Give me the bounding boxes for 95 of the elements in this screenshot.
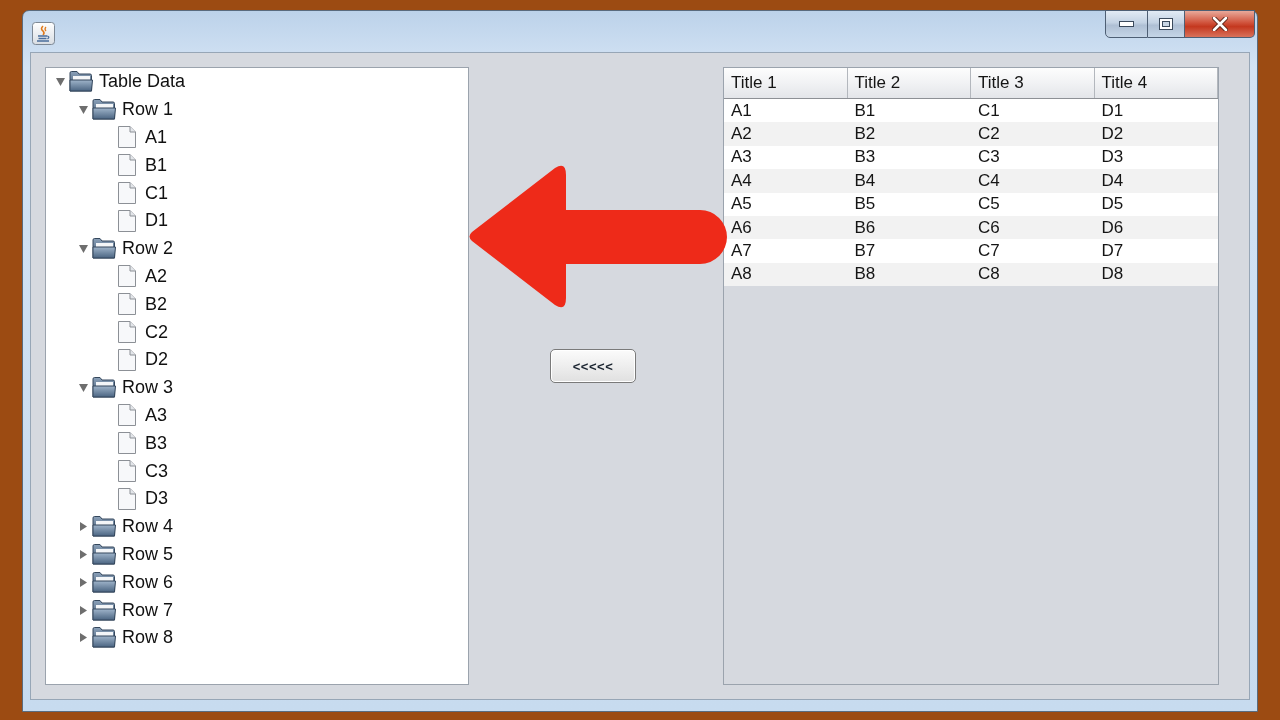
tree-node-label[interactable]: D3: [145, 488, 168, 510]
tree-node-label[interactable]: A1: [145, 127, 168, 148]
table-cell-text: B5: [853, 193, 877, 216]
table-cell-text: A2: [730, 123, 753, 146]
folder-icon: [92, 377, 116, 399]
folder-icon: [92, 571, 116, 593]
triangle-down-icon[interactable]: [78, 105, 88, 114]
tree-node-label[interactable]: D1: [145, 210, 168, 232]
table-cell-text: C4: [977, 169, 1001, 192]
table-cell-text: D6: [1100, 216, 1125, 239]
tree-node-label[interactable]: B1: [145, 154, 168, 176]
document-icon: [118, 348, 136, 371]
document-icon: [118, 460, 136, 483]
folder-icon: [92, 627, 116, 649]
table-cell-text: D8: [1100, 263, 1125, 286]
folder-icon: [69, 71, 93, 93]
table-cell-text: A6: [730, 216, 753, 239]
document-icon: [118, 293, 136, 316]
tree-node-label[interactable]: Row 6: [122, 571, 174, 593]
document-icon: [118, 209, 136, 232]
table-cell-text: D4: [1100, 169, 1125, 192]
table-cell-text: B2: [853, 123, 877, 146]
tree-node-label[interactable]: C2: [145, 321, 168, 343]
table-cell-text: A4: [730, 169, 753, 192]
folder-icon: [92, 516, 116, 538]
close-icon: [1211, 17, 1228, 31]
document-icon: [118, 182, 136, 205]
folder-icon: [92, 238, 116, 260]
document-icon: [118, 321, 136, 344]
tree-node-label[interactable]: B2: [145, 293, 168, 315]
column-header[interactable]: Title 1: [724, 68, 848, 98]
tree-node-label[interactable]: Row 8: [122, 627, 174, 649]
minimize-button[interactable]: [1105, 10, 1148, 38]
table-cell-text: D7: [1100, 240, 1125, 263]
table-cell-text: C5: [977, 193, 1001, 216]
table-cell-text: D5: [1100, 193, 1125, 216]
maximize-icon: [1159, 18, 1173, 30]
folder-icon: [92, 599, 116, 621]
tree-node-label[interactable]: Row 4: [122, 516, 174, 538]
table-cell-text: A5: [730, 193, 753, 216]
table-cell-text: C3: [977, 146, 1001, 169]
document-icon: [118, 432, 136, 455]
tree-node-label[interactable]: Table Data: [99, 71, 186, 93]
document-icon: [118, 154, 136, 177]
triangle-right-icon[interactable]: [79, 549, 87, 559]
tree-node-label[interactable]: C3: [145, 460, 168, 482]
table-cell-text: B4: [853, 169, 877, 192]
tree-node-label[interactable]: Row 3: [122, 377, 174, 399]
document-icon: [118, 404, 136, 427]
table-cell-text: C6: [977, 216, 1001, 239]
table-cell-text: C7: [977, 240, 1001, 263]
table-cell-text: A8: [730, 263, 753, 286]
table-cell-text: A1: [730, 99, 753, 122]
document-icon: [118, 487, 136, 510]
tree-node-label[interactable]: D2: [145, 349, 168, 371]
triangle-down-icon[interactable]: [55, 77, 65, 86]
document-icon: [118, 126, 136, 149]
triangle-right-icon[interactable]: [79, 577, 87, 587]
triangle-down-icon[interactable]: [78, 383, 88, 392]
tree-node-label[interactable]: Row 5: [122, 543, 174, 565]
table-cell-text: C2: [977, 123, 1001, 146]
tree-node-label[interactable]: B3: [145, 432, 168, 454]
table-cell-text: B7: [853, 240, 877, 263]
tree-node-label[interactable]: C1: [145, 182, 168, 204]
table-cell-text: D3: [1100, 146, 1125, 169]
table-cell-text: D2: [1100, 123, 1125, 146]
table-cell-text: D1: [1100, 99, 1125, 122]
triangle-right-icon[interactable]: [79, 633, 87, 643]
triangle-right-icon[interactable]: [79, 605, 87, 615]
table-cell-text: B6: [853, 216, 877, 239]
tree-node-label[interactable]: A3: [145, 404, 168, 426]
table-cell-text: C1: [977, 99, 1001, 122]
table-cell-text: A3: [730, 146, 753, 169]
table-cell-text: B1: [853, 99, 877, 122]
table-cell-text: C8: [977, 263, 1001, 286]
maximize-button[interactable]: [1148, 10, 1185, 38]
column-header[interactable]: Title 4: [1094, 68, 1218, 98]
folder-icon: [92, 543, 116, 565]
transfer-button[interactable]: <<<<<: [550, 349, 636, 383]
column-header[interactable]: Title 3: [971, 68, 1095, 98]
triangle-right-icon[interactable]: [79, 522, 87, 532]
close-button[interactable]: [1185, 10, 1255, 38]
table-cell-text: B8: [853, 263, 877, 286]
table-cell-text: B3: [853, 146, 877, 169]
tree-node-label[interactable]: A2: [145, 265, 168, 287]
tree-node-label[interactable]: Row 2: [122, 238, 174, 260]
tree-node-label[interactable]: Row 7: [122, 599, 174, 621]
minimize-icon: [1119, 21, 1134, 27]
table-cell-text: A7: [730, 240, 753, 263]
tree-node-label[interactable]: Row 1: [122, 99, 174, 121]
coffee-cup-icon: [32, 22, 55, 45]
document-icon: [118, 265, 136, 288]
triangle-down-icon[interactable]: [78, 244, 88, 253]
folder-icon: [92, 99, 116, 121]
column-header[interactable]: Title 2: [847, 68, 971, 98]
